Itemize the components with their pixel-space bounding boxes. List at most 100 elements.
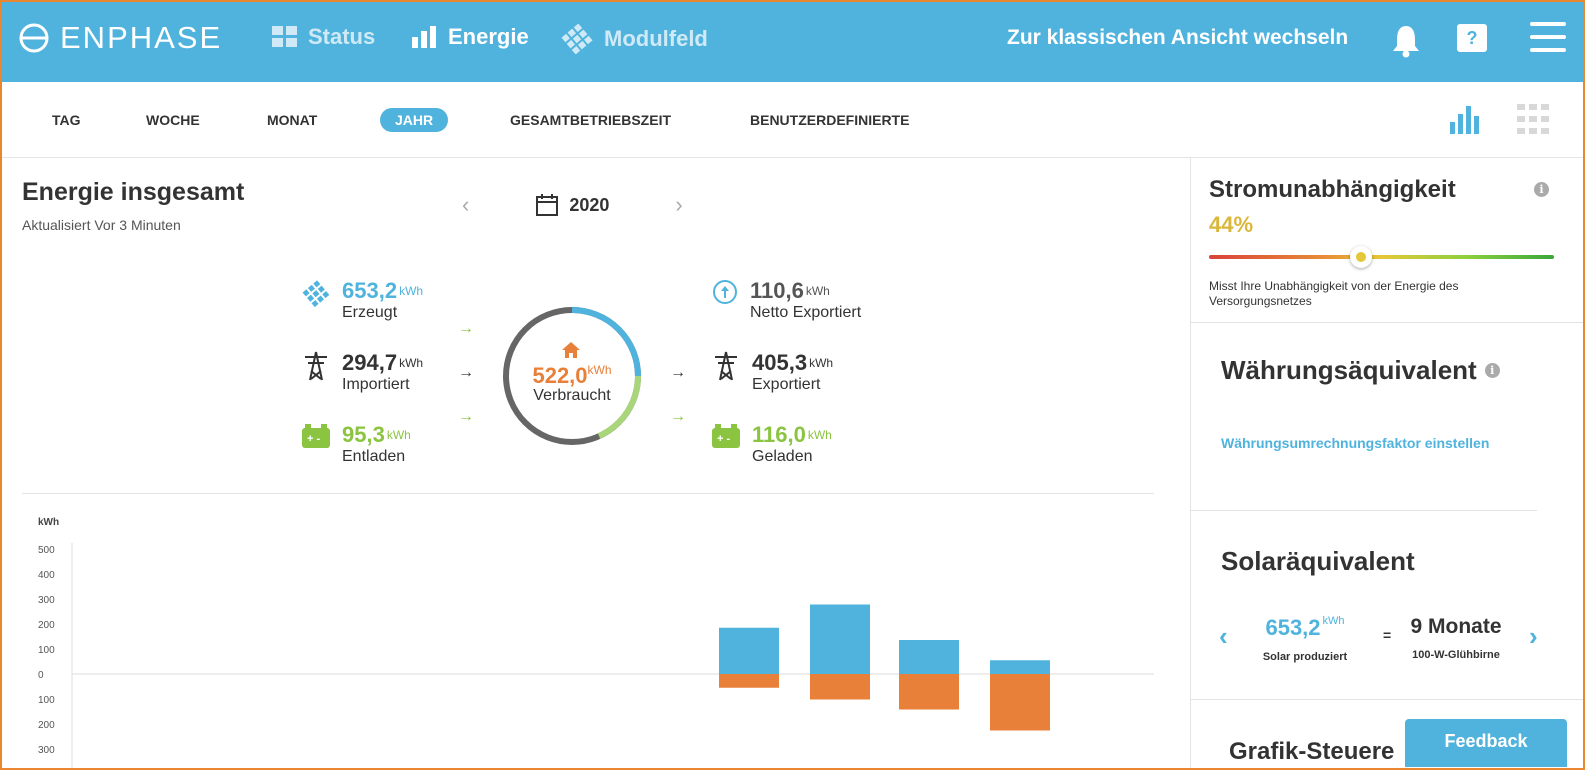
- calendar-icon[interactable]: [535, 193, 559, 217]
- independence-gradient-bar: [1209, 255, 1554, 259]
- stat-produced: 653,2 kWh Erzeugt: [302, 279, 423, 322]
- svg-text:+ -: + -: [307, 433, 320, 445]
- net-exported-label: Netto Exportiert: [750, 304, 862, 321]
- section-divider: [22, 493, 1154, 494]
- battery-icon: + -: [712, 424, 740, 448]
- tab-benutzerdefinierte[interactable]: BENUTZERDEFINIERTE: [750, 112, 909, 128]
- y-tick-label: 500: [38, 545, 55, 556]
- help-button[interactable]: ?: [1457, 24, 1487, 52]
- period-tabs: TAG WOCHE MONAT JAHR GESAMTBETRIEBSZEIT …: [2, 82, 1583, 158]
- nav-energie[interactable]: Energie: [412, 24, 529, 50]
- top-header: ENPHASE Status Energie Modulfeld Zur kla…: [2, 2, 1583, 82]
- y-tick-label: 100: [38, 645, 55, 656]
- nav-status[interactable]: Status: [272, 24, 375, 50]
- stat-exported: 405,3 kWh Exportiert: [712, 351, 833, 394]
- tab-tag[interactable]: TAG: [52, 112, 81, 128]
- tab-woche[interactable]: WOCHE: [146, 112, 200, 128]
- currency-factor-link[interactable]: Währungsumrechnungsfaktor einstellen: [1221, 435, 1489, 451]
- arrow-out-1: →: [670, 364, 686, 381]
- solar-title: Solaräquivalent: [1221, 546, 1415, 576]
- y-tick-label: 300: [38, 595, 55, 606]
- bar-chart-view-icon: [1450, 106, 1479, 134]
- panel-array-icon: [561, 24, 593, 54]
- info-icon[interactable]: i: [1484, 363, 1500, 378]
- arrow-out-2: →: [670, 408, 686, 425]
- independence-description: Misst Ihre Unabhängigkeit von der Energi…: [1209, 279, 1459, 308]
- svg-text:+ -: + -: [717, 433, 730, 445]
- imported-unit: kWh: [399, 356, 424, 370]
- enphase-logo-icon: [19, 23, 49, 53]
- currency-title-row: Währungsäquivalent i: [1221, 355, 1500, 386]
- y-tick-label: 200: [38, 620, 55, 631]
- bar-chart-icon: [412, 26, 436, 48]
- produced-value: 653,2: [342, 278, 398, 303]
- info-icon[interactable]: i: [1534, 182, 1549, 197]
- y-tick-label: 200: [38, 720, 55, 731]
- year-label: 2020: [569, 194, 610, 215]
- battery-icon: + -: [302, 424, 330, 448]
- chart-view-button[interactable]: [1450, 104, 1480, 139]
- net-exported-value: 110,6: [750, 278, 804, 303]
- nav-status-label: Status: [308, 24, 376, 49]
- graph-controls-title: Grafik-Steuere: [1229, 738, 1395, 765]
- energy-title: Energie insgesamt: [22, 178, 245, 206]
- house-icon: [562, 342, 580, 358]
- classic-view-link[interactable]: Zur klassischen Ansicht wechseln: [1007, 26, 1348, 50]
- enphase-logo[interactable]: ENPHASE: [18, 20, 222, 56]
- bell-icon: [1393, 26, 1419, 58]
- nav-energie-label: Energie: [448, 24, 529, 49]
- y-tick-label: 300: [38, 745, 55, 756]
- solar-panel-icon: [302, 280, 330, 307]
- arrow-in-3: →: [458, 408, 474, 425]
- hamburger-menu-icon[interactable]: [1530, 22, 1566, 52]
- currency-section: Währungsäquivalent i Währungsumrechnungs…: [1191, 323, 1583, 511]
- side-panel: Stromunabhängigkeit i 44% Misst Ihre Una…: [1190, 158, 1583, 768]
- grid-view-button[interactable]: [1517, 104, 1549, 139]
- consumed-unit: kWh: [587, 363, 612, 377]
- feedback-button[interactable]: Feedback: [1405, 719, 1567, 767]
- section-divider: [1191, 699, 1583, 700]
- produced-label: Erzeugt: [342, 304, 398, 321]
- previous-chevron-icon[interactable]: ‹: [1219, 621, 1228, 652]
- charged-unit: kWh: [807, 428, 832, 442]
- stat-imported: 294,7 kWh Importiert: [302, 351, 423, 394]
- discharged-value: 95,3: [342, 422, 385, 447]
- up-arrow-circle-icon: [713, 280, 737, 304]
- solar-produced: 653,2 kWh Solar produziert: [1249, 615, 1361, 663]
- net-exported-unit: kWh: [805, 284, 830, 298]
- arrow-in-1: →: [458, 320, 474, 337]
- next-chevron-icon[interactable]: ›: [1529, 621, 1538, 652]
- charged-value: 116,0: [752, 422, 806, 447]
- notifications-button[interactable]: [1390, 24, 1422, 63]
- equals-sign: =: [1383, 627, 1392, 643]
- independence-slider-knob: [1349, 246, 1372, 268]
- bar-positive: [719, 627, 779, 674]
- stat-discharged: + - 95,3 kWh Entladen: [302, 423, 411, 466]
- previous-year-chevron-icon[interactable]: ‹: [462, 192, 469, 218]
- independence-percent: 44%: [1209, 212, 1254, 237]
- bar-positive: [899, 640, 959, 674]
- stat-charged: + - 116,0 kWh Geladen: [712, 423, 832, 466]
- bar-negative: [810, 674, 870, 700]
- tab-jahr[interactable]: JAHR: [380, 108, 449, 132]
- solar-produced-label: Solar produziert: [1262, 651, 1348, 663]
- y-axis-label: kWh: [38, 517, 59, 528]
- y-tick-label: 100: [38, 695, 55, 706]
- tab-gesamtbetriebszeit[interactable]: GESAMTBETRIEBSZEIT: [510, 112, 671, 128]
- consumed-value: 522,0: [532, 363, 588, 388]
- discharged-unit: kWh: [386, 428, 411, 442]
- energy-bar-chart: kWh 500 400 300 200 100 0 100 200 300: [38, 517, 1154, 768]
- bar-positive: [990, 660, 1050, 674]
- bar-positive: [810, 604, 870, 674]
- imported-label: Importiert: [342, 376, 410, 393]
- solar-equivalent-value: 9 Monate: [1410, 615, 1502, 638]
- exported-value: 405,3: [752, 350, 808, 375]
- stat-net-exported: 110,6 kWh Netto Exportiert: [712, 279, 861, 322]
- nav-modulfeld[interactable]: Modulfeld: [560, 24, 708, 54]
- bar-negative: [899, 674, 959, 710]
- exported-label: Exportiert: [752, 376, 821, 393]
- tab-monat[interactable]: MONAT: [267, 112, 317, 128]
- charged-label: Geladen: [752, 448, 813, 465]
- discharged-label: Entladen: [342, 448, 406, 465]
- next-year-chevron-icon[interactable]: ›: [675, 192, 682, 218]
